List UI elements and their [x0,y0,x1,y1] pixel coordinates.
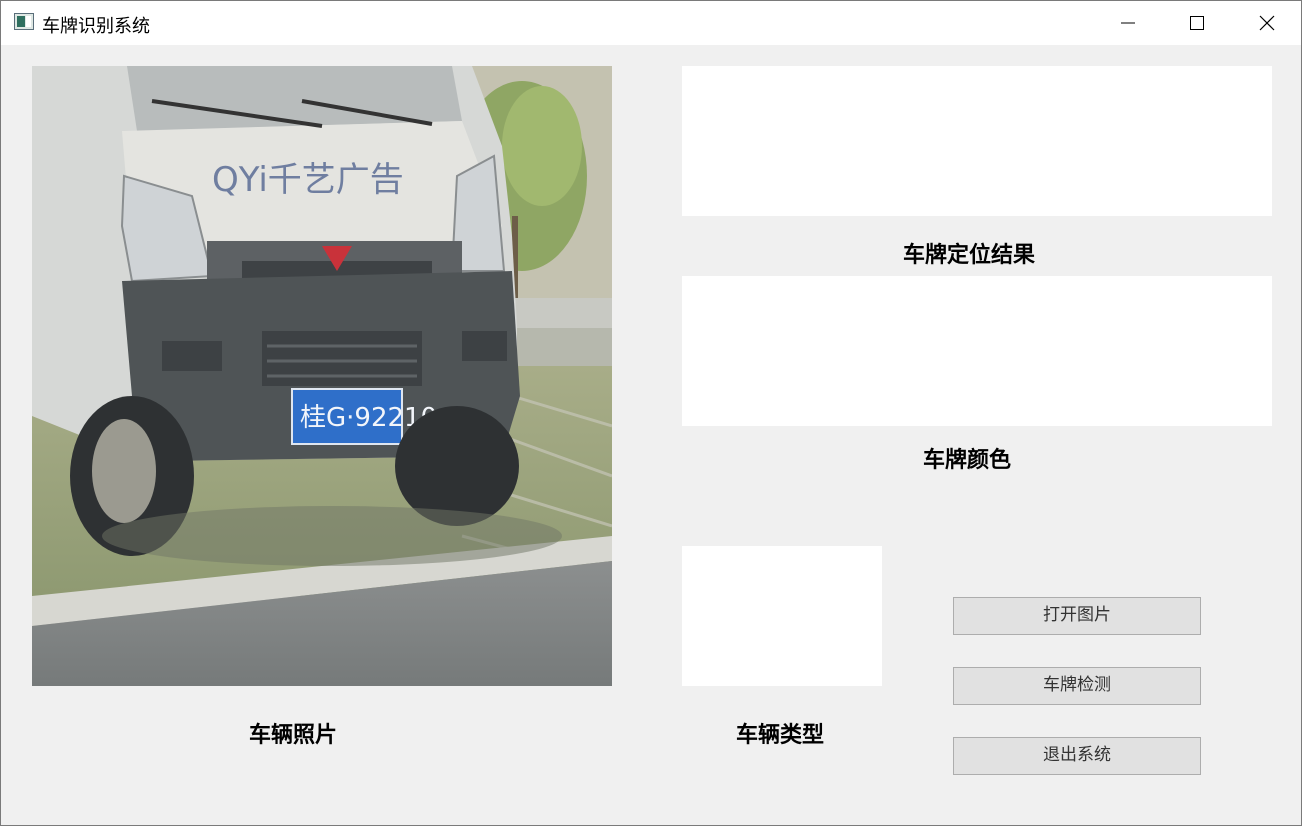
close-button[interactable] [1232,1,1302,45]
maximize-button[interactable] [1162,1,1232,45]
main-window: 车牌识别系统 QYi千艺广告 桂G·92210 车牌定位结果 车牌颜色 车辆照片… [0,0,1302,826]
plate-color-result [682,276,1272,426]
plate-color-label: 车牌颜色 [923,447,1012,473]
window-title: 车牌识别系统 [42,16,150,37]
open-image-button[interactable]: 打开图片 [953,597,1201,635]
plate-location-label: 车牌定位结果 [903,242,1036,268]
plate-detect-button[interactable]: 车牌检测 [953,667,1201,705]
app-window-icon [14,13,34,30]
minimize-icon [1121,22,1135,24]
minimize-button[interactable] [1093,1,1163,45]
vehicle-type-label: 车辆类型 [736,722,825,748]
vehicle-photo-label: 车辆照片 [249,722,338,748]
maximize-icon [1190,16,1204,30]
plate-location-result [682,66,1272,216]
close-icon [1259,15,1275,31]
hood-text: QYi千艺广告 [212,160,404,200]
vehicle-type-result [682,546,882,686]
title-bar[interactable]: 车牌识别系统 [1,1,1301,45]
vehicle-photo: QYi千艺广告 桂G·92210 [32,66,612,686]
exit-system-button[interactable]: 退出系统 [953,737,1201,775]
